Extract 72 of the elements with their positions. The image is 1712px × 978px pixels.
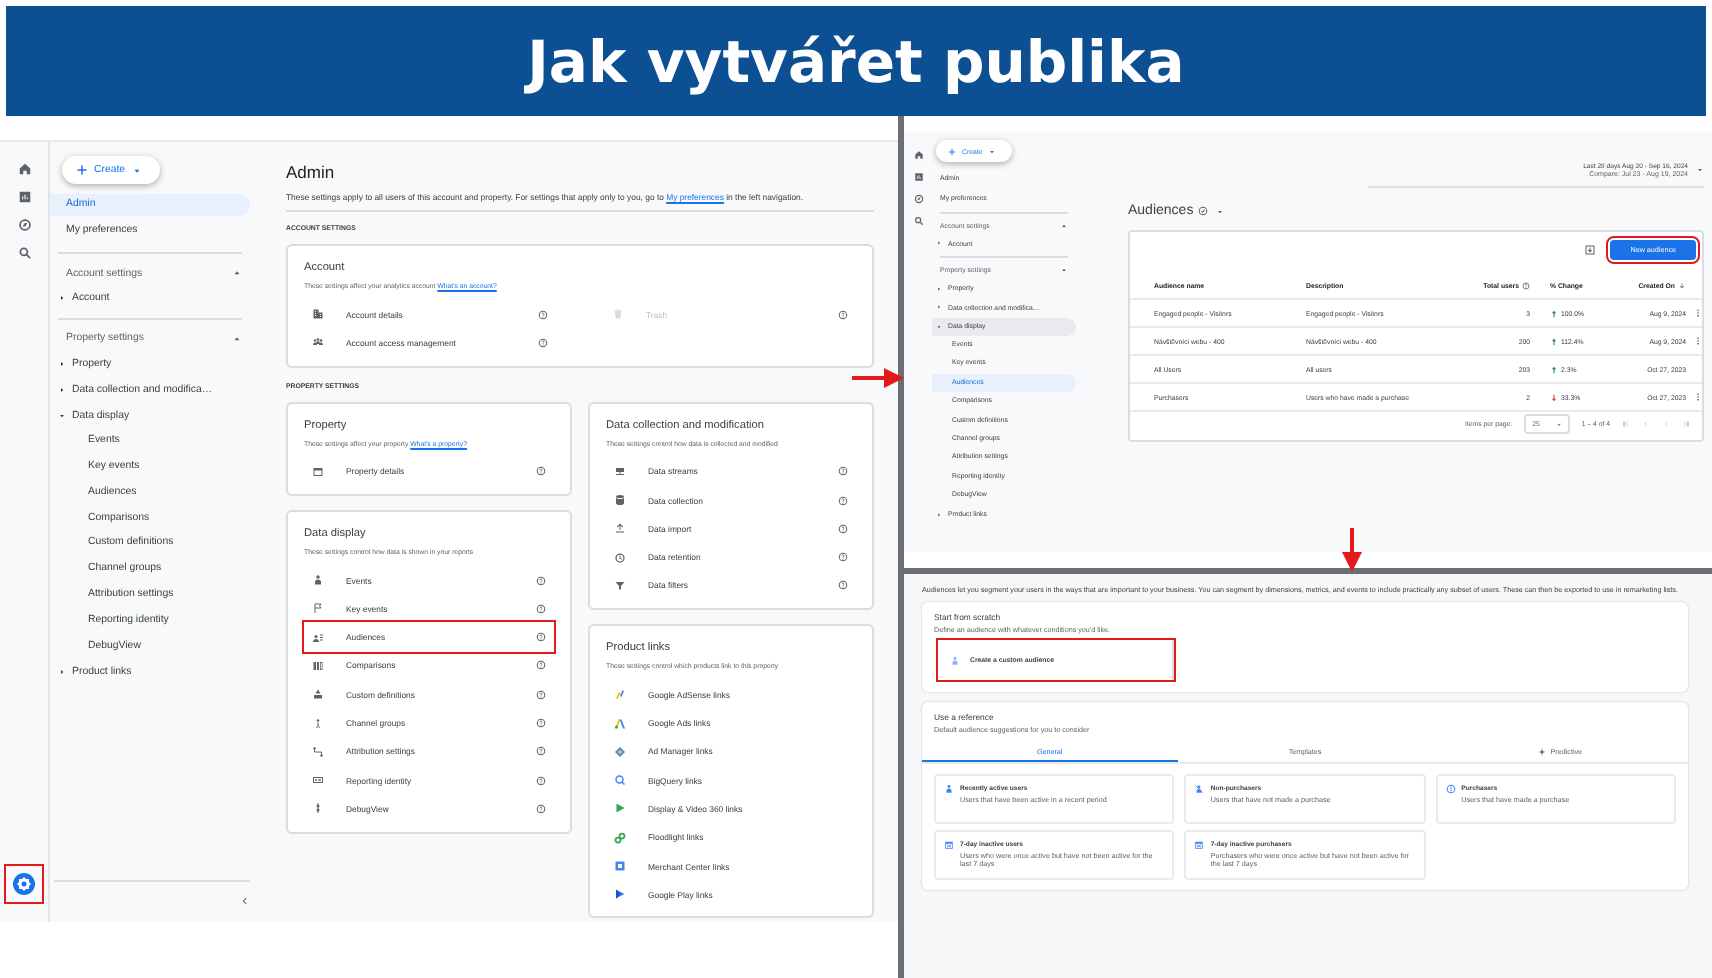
shapes-icon <box>312 688 324 701</box>
export-icon[interactable] <box>1584 244 1597 256</box>
help-icon[interactable] <box>536 575 546 586</box>
arrow-icon <box>1342 528 1362 572</box>
help-icon[interactable] <box>536 775 546 786</box>
search-icon[interactable] <box>913 216 923 226</box>
sort-arrow-icon[interactable] <box>1678 281 1686 289</box>
columns-icon <box>312 659 324 672</box>
help-icon[interactable] <box>838 523 848 534</box>
triangle-icon <box>614 717 626 730</box>
help-icon[interactable] <box>536 660 546 671</box>
route-icon <box>312 745 324 758</box>
square-icon <box>614 860 626 872</box>
compass-icon[interactable] <box>913 194 923 204</box>
help-icon[interactable] <box>1522 281 1530 289</box>
home-icon[interactable] <box>17 162 31 176</box>
collapse-icon[interactable] <box>240 896 250 906</box>
compass-icon[interactable] <box>17 218 31 232</box>
report-icon[interactable] <box>17 190 31 204</box>
help-icon[interactable] <box>536 632 546 643</box>
caret-icon <box>131 165 142 175</box>
upload-icon <box>614 522 626 535</box>
search-icon[interactable] <box>17 246 31 260</box>
check-circle-icon <box>1197 206 1208 216</box>
help-icon[interactable] <box>536 803 546 814</box>
banner-title: Jak vytvářet publika <box>527 27 1185 95</box>
page-title: Admin <box>286 162 337 182</box>
person-icon <box>950 655 960 665</box>
diamond-icon <box>614 745 626 758</box>
help-icon[interactable] <box>536 746 546 757</box>
window-icon <box>312 465 324 478</box>
home-icon[interactable] <box>913 150 923 160</box>
help-icon[interactable] <box>838 495 848 506</box>
magnifier-icon <box>614 774 626 787</box>
audience-icon <box>312 631 324 644</box>
trash-icon <box>612 308 624 321</box>
person-icon <box>944 784 954 794</box>
calendar-icon <box>1194 840 1205 850</box>
collapse-icon <box>232 333 242 344</box>
play-icon <box>614 888 626 901</box>
coin-icon <box>1445 784 1456 794</box>
bars-icon <box>614 688 626 701</box>
help-icon[interactable] <box>536 689 546 700</box>
help-icon[interactable] <box>536 718 546 729</box>
sparkle-icon <box>1538 747 1547 755</box>
link-icon <box>614 831 626 844</box>
person-icon <box>312 574 324 587</box>
people-icon <box>312 336 324 349</box>
plus-icon <box>948 147 956 155</box>
help-icon[interactable] <box>838 466 848 477</box>
arrow-icon <box>852 368 904 388</box>
id-card-icon <box>312 774 324 787</box>
settings-icon <box>12 872 36 896</box>
play-icon <box>614 802 626 815</box>
flag-icon <box>312 602 324 615</box>
building-icon <box>312 308 324 321</box>
collapse-icon <box>232 268 242 278</box>
help-icon[interactable] <box>538 337 548 348</box>
network-icon <box>614 465 626 478</box>
plus-icon <box>76 164 88 176</box>
report-icon[interactable] <box>913 172 923 182</box>
filter-icon <box>614 579 626 592</box>
help-icon[interactable] <box>838 580 848 591</box>
person-off-icon <box>1194 784 1205 794</box>
history-icon <box>614 551 626 564</box>
help-icon[interactable] <box>536 466 546 477</box>
figure-icon <box>312 717 324 730</box>
help-icon[interactable] <box>538 309 548 320</box>
database-icon <box>614 494 626 507</box>
calendar-icon <box>944 840 954 850</box>
help-icon[interactable] <box>536 603 546 614</box>
help-icon[interactable] <box>838 552 848 563</box>
